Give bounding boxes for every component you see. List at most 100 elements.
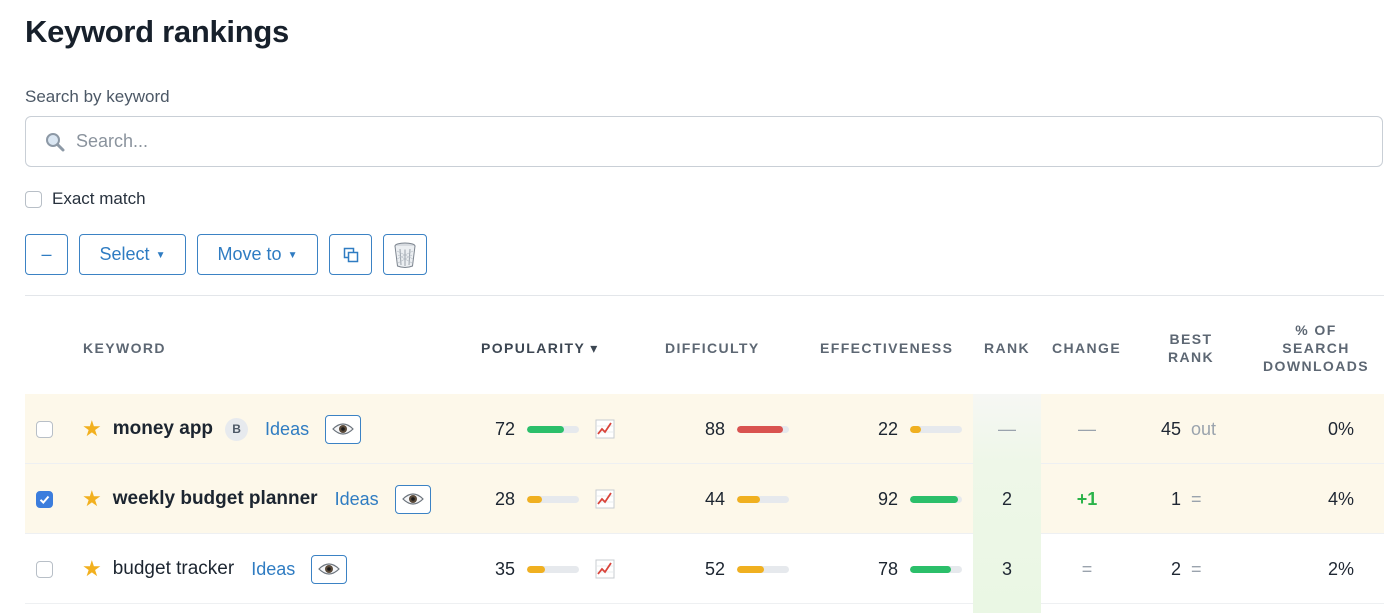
column-header-popularity[interactable]: POPULARITY ▾ (481, 339, 599, 357)
select-dropdown-button[interactable]: Select ▼ (79, 234, 186, 275)
popularity-value: 72 (494, 418, 515, 439)
change-value: = (1081, 558, 1093, 579)
caret-down-icon: ▼ (155, 250, 166, 261)
popularity-bar (527, 534, 579, 604)
search-label: Search by keyword (25, 87, 170, 106)
ideas-link[interactable]: Ideas (265, 419, 309, 440)
watch-button[interactable] (325, 414, 362, 444)
row-checkbox-cell[interactable] (36, 534, 53, 604)
effectiveness-value: 22 (877, 418, 898, 439)
table-row[interactable]: ★ money app B Ideas 72 88 22 — — 45 out … (25, 394, 1384, 464)
delete-button[interactable] (383, 234, 427, 275)
row-checkbox[interactable] (36, 490, 53, 508)
column-header-search-downloads[interactable]: % OF SEARCH DOWNLOADS (1258, 321, 1374, 375)
keyword-cell: ★ weekly budget planner Ideas (82, 464, 431, 534)
effectiveness-value: 78 (877, 558, 898, 579)
row-checkbox-cell[interactable] (36, 394, 53, 464)
difficulty-value: 44 (704, 488, 725, 509)
popularity-bar (527, 394, 579, 464)
column-header-difficulty[interactable]: DIFFICULTY (665, 339, 760, 357)
table-row[interactable]: ★ weekly budget planner Ideas 28 44 92 2… (25, 464, 1384, 534)
header-text: BEST (1169, 331, 1213, 347)
difficulty-bar (737, 394, 789, 464)
exact-match-row[interactable]: Exact match (25, 189, 146, 209)
column-header-best-rank[interactable]: BEST RANK (1160, 330, 1222, 366)
watch-button[interactable] (311, 554, 348, 584)
badge: B (225, 417, 249, 441)
header-text: DOWNLOADS (1263, 358, 1369, 374)
popularity-bar (527, 464, 579, 534)
best-rank-value: 45 (1160, 418, 1181, 439)
divider (25, 295, 1384, 296)
search-icon (42, 129, 68, 155)
search-input[interactable] (76, 131, 1276, 152)
deselect-button[interactable]: – (25, 234, 68, 275)
watch-button[interactable] (394, 484, 431, 514)
star-icon[interactable]: ★ (82, 486, 102, 512)
effectiveness-value: 92 (877, 488, 898, 509)
row-checkbox[interactable] (36, 420, 53, 438)
best-rank-suffix: out (1191, 418, 1217, 439)
keyword-text: weekly budget planner (112, 488, 318, 509)
minus-icon: – (41, 244, 52, 264)
popularity-value: 28 (494, 488, 515, 509)
exact-match-checkbox[interactable] (25, 190, 42, 208)
trend-chart-icon[interactable] (595, 464, 615, 534)
effectiveness-bar (910, 394, 962, 464)
move-to-dropdown-button[interactable]: Move to ▼ (197, 234, 318, 275)
eye-icon (318, 563, 341, 575)
select-label: Select (99, 244, 150, 264)
duplicate-button[interactable] (329, 234, 372, 275)
search-box[interactable] (25, 116, 1383, 167)
header-text: % OF (1295, 322, 1337, 338)
copy-icon (343, 247, 358, 262)
rank-value: 2 (1001, 488, 1012, 509)
table-row[interactable]: ★ budget tracker Ideas 35 52 78 3 = 2 = … (25, 534, 1384, 604)
eye-icon (332, 423, 354, 435)
trend-chart-icon[interactable] (595, 534, 615, 604)
popularity-value: 35 (494, 558, 515, 579)
keyword-cell: ★ money app B Ideas (82, 394, 362, 464)
keyword-text: money app (112, 418, 214, 439)
row-checkbox[interactable] (36, 560, 53, 578)
downloads-value: 0% (1327, 418, 1354, 439)
effectiveness-bar (910, 534, 962, 604)
downloads-value: 2% (1327, 558, 1354, 579)
column-header-change[interactable]: CHANGE (1052, 339, 1121, 357)
keyword-cell: ★ budget tracker Ideas (82, 534, 348, 604)
best-rank-cell: 2 = (1159, 534, 1249, 604)
change-value: +1 (1076, 488, 1098, 509)
header-text: SEARCH (1282, 340, 1350, 356)
star-icon[interactable]: ★ (82, 556, 102, 582)
rank-value: — (998, 418, 1016, 439)
difficulty-bar (737, 464, 789, 534)
caret-down-icon: ▼ (287, 250, 298, 261)
column-header-rank[interactable]: RANK (984, 339, 1030, 357)
eye-icon (401, 493, 424, 505)
best-rank-cell: 1 = (1159, 464, 1249, 534)
rank-value: 3 (1001, 558, 1012, 579)
trash-icon (394, 242, 416, 268)
best-rank-suffix: = (1191, 488, 1202, 509)
change-value: — (1078, 418, 1096, 439)
effectiveness-bar (910, 464, 962, 534)
column-header-keyword[interactable]: KEYWORD (83, 339, 166, 357)
keyword-text: budget tracker (112, 558, 235, 579)
header-text: RANK (1167, 349, 1215, 365)
downloads-value: 4% (1327, 488, 1354, 509)
exact-match-label: Exact match (52, 189, 146, 208)
ideas-link[interactable]: Ideas (251, 559, 295, 580)
trend-chart-icon[interactable] (595, 394, 615, 464)
page-title: Keyword rankings (25, 14, 289, 49)
best-rank-value: 1 (1170, 488, 1181, 509)
best-rank-suffix: = (1191, 558, 1202, 579)
column-header-effectiveness[interactable]: EFFECTIVENESS (820, 339, 953, 357)
row-checkbox-cell[interactable] (36, 464, 53, 534)
difficulty-bar (737, 534, 789, 604)
difficulty-value: 88 (704, 418, 725, 439)
best-rank-value: 2 (1170, 558, 1181, 579)
move-to-label: Move to (217, 244, 282, 264)
star-icon[interactable]: ★ (82, 416, 102, 442)
difficulty-value: 52 (704, 558, 725, 579)
ideas-link[interactable]: Ideas (335, 489, 379, 510)
